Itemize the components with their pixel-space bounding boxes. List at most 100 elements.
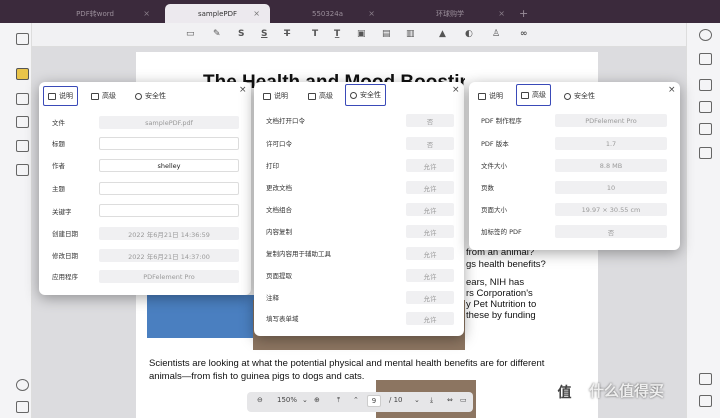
next-page-icon[interactable]: ⌄ [414,396,420,404]
user-icon[interactable]: ♙ [492,29,500,39]
first-page-icon[interactable]: ⤒ [337,396,340,405]
new-tab-icon[interactable]: + [519,7,528,20]
callout-icon[interactable]: ▣ [357,29,366,39]
tab-label: 说明 [489,92,503,100]
field-label: 文件大小 [481,162,507,170]
strikethrough-icon[interactable]: S [238,29,244,39]
properties-icon[interactable] [699,53,712,65]
search-icon[interactable] [699,29,712,41]
tab-samplepdf[interactable]: samplePDF × [165,4,270,23]
field-label: 打印 [266,162,279,170]
collapse-icon[interactable] [699,395,712,407]
tab-label: 安全性 [574,92,595,100]
underline-icon[interactable]: S [261,29,267,39]
zoom-level[interactable]: 150% [277,396,297,404]
field-label: 内容复制 [266,228,292,236]
zoom-in-icon[interactable]: ⊕ [314,396,320,404]
textbox-icon[interactable]: T [312,29,318,39]
close-icon[interactable]: × [668,85,676,95]
stamp-icon[interactable]: ▲ [439,29,446,39]
link-icon[interactable]: ∞ [520,29,528,39]
text-format-icon[interactable]: T̲ [334,29,340,39]
fit-page-icon[interactable]: ▭ [460,396,467,404]
tab-pdf-to-word[interactable]: PDF转word × [30,4,160,23]
tab-description[interactable]: 说明 [478,86,503,106]
page-text-line: gs health benefits? [466,259,546,270]
properties-dialog-description: 说明 高级 安全性 × 文件 samplePDF.pdf 标题 作者 shell… [39,82,251,295]
annotate-icon[interactable] [16,68,29,80]
tab-description[interactable]: 说明 [263,86,288,106]
document-icon [263,92,271,100]
annotation-toolbar: ▭ ✎ S S T T T̲ ▣ ▤ ▥ ▲ ◐ ♙ ∞ [0,23,720,47]
tab-label: 安全性 [145,92,166,100]
convert-pdf-icon[interactable] [699,79,712,91]
author-input[interactable]: shelley [99,159,239,172]
zoom-dropdown-icon[interactable]: ⌄ [302,396,308,404]
permission-value: 否 [406,137,454,150]
properties-dialog-advanced: 说明 高级 安全性 × PDF 制作程序 PDFelement Pro PDF … [469,82,680,250]
tagged-pdf-value: 否 [555,225,667,238]
edit-icon[interactable] [16,93,29,105]
advanced-icon [308,92,316,100]
tab-label: PDF转word [76,9,114,18]
field-label: PDF 制作程序 [481,117,522,125]
thumbnail-icon[interactable] [16,33,29,45]
shield-icon [564,92,571,100]
close-icon[interactable]: × [143,9,150,18]
pen-icon[interactable]: ✎ [213,29,221,39]
layers-icon[interactable] [16,379,29,391]
form-icon[interactable] [16,116,29,128]
last-page-icon[interactable]: ⤓ [430,396,433,405]
share-icon[interactable] [699,147,712,159]
subject-input[interactable] [99,182,239,195]
right-sidebar [686,23,720,418]
note-icon[interactable]: ▤ [382,29,391,39]
tab-description[interactable]: 说明 [43,86,78,106]
field-label: 文档组合 [266,206,292,214]
comment-icon[interactable]: ▭ [186,29,195,39]
shape-icon[interactable]: ◐ [465,29,473,39]
ocr-icon[interactable] [16,140,29,152]
page-number-input[interactable]: 9 [367,395,381,407]
created-date-value: 2022 年6月21日 14:36:59 [99,227,239,240]
tab-security[interactable]: 安全性 [135,86,166,106]
ppt-icon[interactable] [699,101,712,113]
page-size-value: 19.97 × 30.55 cm [555,203,667,216]
settings-icon[interactable] [699,373,712,385]
tab-label: 高级 [319,92,333,100]
close-icon[interactable]: × [239,85,247,95]
permission-value: 允许 [406,247,454,260]
field-label: 文档打开口令 [266,117,305,125]
text-strike-icon[interactable]: T [284,29,290,39]
document-icon [48,92,56,100]
tab-550324a[interactable]: 550324a × [270,4,385,23]
permission-value: 允许 [406,181,454,194]
field-label: 页数 [481,184,494,192]
close-icon[interactable]: × [368,9,375,18]
keywords-input[interactable] [99,204,239,217]
image-icon[interactable] [699,123,712,135]
permission-value: 否 [406,114,454,127]
tab-security[interactable]: 安全性 [345,84,386,106]
tab-label: 高级 [102,92,116,100]
close-icon[interactable]: × [498,9,505,18]
field-label: 主题 [52,185,65,193]
zoom-out-icon[interactable]: ⊖ [257,396,263,404]
fit-width-icon[interactable]: ⇔ [447,396,453,404]
tab-security[interactable]: 安全性 [564,86,595,106]
tab-bar: PDF转word × samplePDF × 550324a × 环球购学 × + [0,0,720,23]
file-name-value: samplePDF.pdf [99,116,239,129]
tab-advanced[interactable]: 高级 [91,86,116,106]
tab-global[interactable]: 环球购学 × [385,4,515,23]
field-label: 页面大小 [481,206,507,214]
close-icon[interactable]: × [253,9,260,18]
protect-icon[interactable] [16,164,29,176]
highlight-area-icon[interactable]: ▥ [406,29,415,39]
title-input[interactable] [99,137,239,150]
prev-page-icon[interactable]: ⌃ [353,396,359,404]
pdf-version-value: 1.7 [555,137,667,150]
tab-advanced[interactable]: 高级 [516,84,551,106]
close-icon[interactable]: × [452,85,460,95]
tab-advanced[interactable]: 高级 [308,86,333,106]
bookmark-icon[interactable] [16,401,29,413]
